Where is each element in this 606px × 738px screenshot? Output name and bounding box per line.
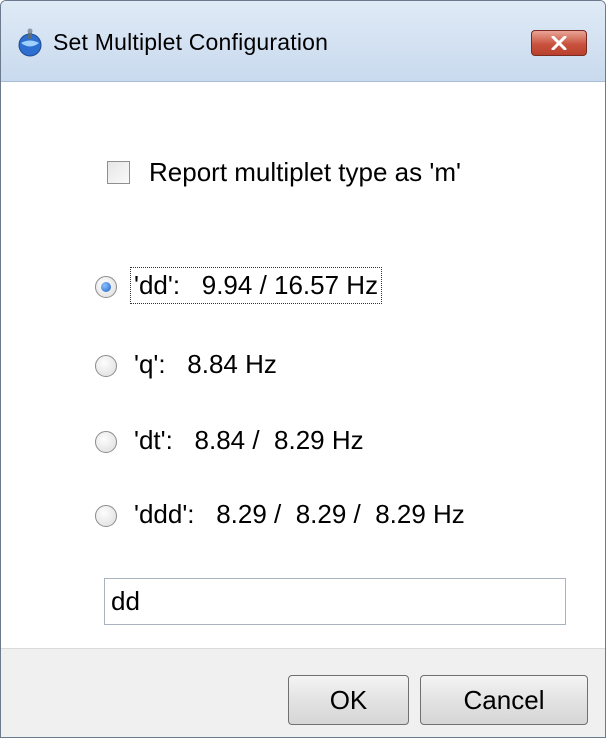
report-m-label[interactable]: Report multiplet type as 'm' <box>149 157 461 188</box>
close-icon <box>551 36 567 50</box>
window-title: Set Multiplet Configuration <box>53 29 329 55</box>
report-m-checkbox[interactable] <box>107 161 130 184</box>
multiplet-type-input[interactable] <box>104 578 566 625</box>
radio-q[interactable] <box>95 355 117 377</box>
radio-dt[interactable] <box>95 431 117 453</box>
button-bar: OK Cancel <box>1 648 605 737</box>
close-button[interactable] <box>531 30 587 56</box>
dialog-window: Set Multiplet Configuration Report multi… <box>0 0 606 738</box>
radio-label-q[interactable]: 'q': 8.84 Hz <box>132 348 279 381</box>
radio-label-dd[interactable]: 'dd': 9.94 / 16.57 Hz <box>129 267 383 304</box>
radio-label-dt[interactable]: 'dt': 8.84 / 8.29 Hz <box>132 424 366 457</box>
radio-dd[interactable] <box>95 276 117 298</box>
radio-ddd[interactable] <box>95 505 117 527</box>
ok-button[interactable]: OK <box>288 675 409 725</box>
radio-label-ddd[interactable]: 'ddd': 8.29 / 8.29 / 8.29 Hz <box>132 498 467 531</box>
app-icon <box>15 28 45 58</box>
title-bar[interactable]: Set Multiplet Configuration <box>1 1 605 82</box>
cancel-button[interactable]: Cancel <box>420 675 588 725</box>
